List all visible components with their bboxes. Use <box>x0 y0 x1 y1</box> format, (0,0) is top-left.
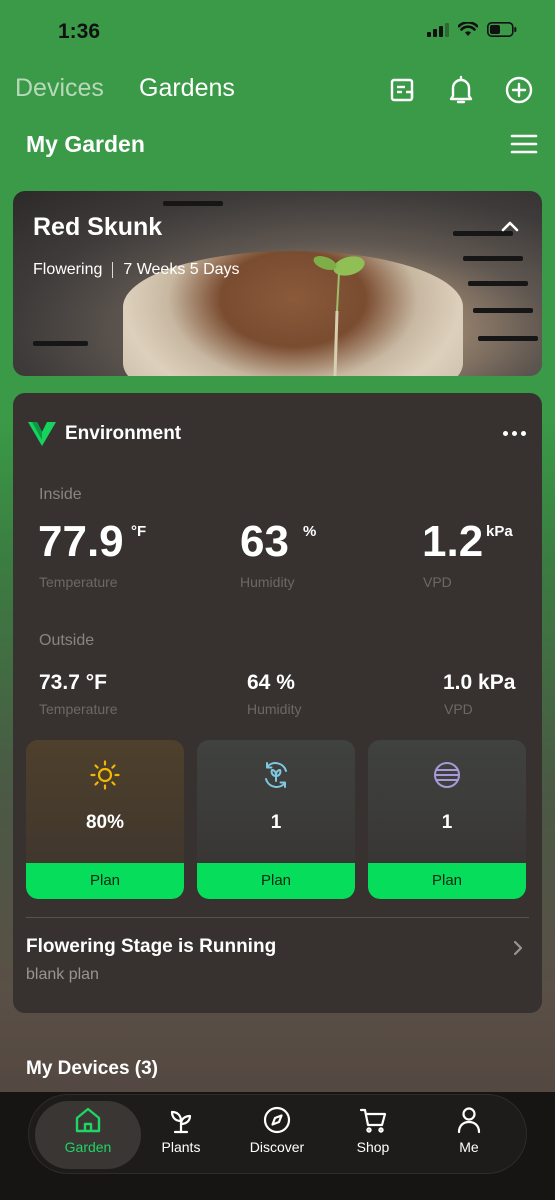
tab-me[interactable]: Me <box>424 1105 514 1155</box>
outside-temperature-label: Temperature <box>39 701 118 717</box>
outside-vpd-label: VPD <box>444 701 473 717</box>
tab-devices[interactable]: Devices <box>15 74 104 103</box>
tent-grill <box>163 201 223 206</box>
status-bar: 1:36 <box>0 0 555 62</box>
cart-icon <box>359 1108 387 1133</box>
home-icon <box>75 1107 101 1133</box>
inside-temperature-label: Temperature <box>39 574 118 590</box>
sun-icon <box>90 760 120 790</box>
stage-title[interactable]: Flowering Stage is Running <box>26 936 276 958</box>
ventilation-tile[interactable]: 1 Plan <box>368 740 526 899</box>
signal-icon <box>427 22 449 37</box>
status-time: 1:36 <box>58 20 101 43</box>
chevron-up-icon[interactable] <box>500 219 520 233</box>
plant-meta: Flowering 7 Weeks 5 Days <box>33 261 240 279</box>
tab-discover-label: Discover <box>249 1139 305 1155</box>
circulation-tile[interactable]: 1 Plan <box>197 740 355 899</box>
tab-bar-pill: Garden Plants Discover Shop Me <box>28 1094 527 1174</box>
inside-temperature-value: 77.9 <box>38 517 124 566</box>
outside-label: Outside <box>39 632 95 649</box>
tab-shop[interactable]: Shop <box>328 1105 418 1155</box>
meta-separator <box>112 262 114 278</box>
chevron-right-icon[interactable] <box>512 939 524 957</box>
environment-card: Environment Inside 77.9 °F Temperature 6… <box>13 393 542 1013</box>
notes-icon[interactable] <box>387 74 419 106</box>
stage-subtitle: blank plan <box>26 966 99 983</box>
status-icons <box>427 22 517 37</box>
add-circle-icon[interactable] <box>503 74 535 106</box>
cycle-leaf-icon <box>265 762 287 788</box>
my-devices-title: My Devices (3) <box>26 1058 159 1079</box>
tab-garden[interactable]: Garden <box>43 1105 133 1155</box>
vivosun-logo-icon <box>28 422 56 446</box>
tab-discover[interactable]: Discover <box>232 1105 322 1155</box>
ventilation-value: 1 <box>441 812 453 833</box>
bell-icon[interactable] <box>445 74 477 106</box>
inside-humidity-unit: % <box>303 523 317 540</box>
fan-lines-icon <box>434 762 460 788</box>
inside-vpd-label: VPD <box>423 574 452 590</box>
environment-title: Environment <box>65 423 182 444</box>
outside-humidity-value: 64 % <box>247 671 295 694</box>
garden-title: My Garden <box>26 131 145 157</box>
divider <box>26 917 529 918</box>
tab-shop-label: Shop <box>356 1139 390 1155</box>
tab-plants[interactable]: Plants <box>136 1105 226 1155</box>
ventilation-plan-button[interactable]: Plan <box>368 863 526 899</box>
outside-vpd-value: 1.0 kPa <box>443 671 516 694</box>
wifi-icon <box>458 22 478 36</box>
tab-me-label: Me <box>459 1139 479 1155</box>
circulation-value: 1 <box>270 812 282 833</box>
nav-icons <box>387 74 535 106</box>
plant-age: 7 Weeks 5 Days <box>123 261 240 278</box>
inside-label: Inside <box>39 486 82 503</box>
outside-temperature-value: 73.7 °F <box>39 671 107 694</box>
top-nav: Devices Gardens <box>0 70 555 112</box>
inside-vpd-value: 1.2 <box>422 517 484 566</box>
inside-temperature-unit: °F <box>131 523 147 540</box>
inside-vpd-unit: kPa <box>486 523 513 540</box>
tent-grill <box>468 281 528 286</box>
inside-humidity-label: Humidity <box>240 574 295 590</box>
bottom-tab-bar: Garden Plants Discover Shop Me <box>0 1092 555 1200</box>
tab-plants-label: Plants <box>161 1139 201 1155</box>
hamburger-menu-icon[interactable] <box>510 132 540 160</box>
more-options-icon[interactable] <box>503 431 526 436</box>
light-plan-button[interactable]: Plan <box>26 863 184 899</box>
tent-grill <box>463 256 523 261</box>
outside-humidity-label: Humidity <box>247 701 302 717</box>
person-icon <box>457 1107 481 1134</box>
plant-stage: Flowering <box>33 261 103 278</box>
plant-card[interactable]: Red Skunk Flowering 7 Weeks 5 Days <box>13 191 542 376</box>
plant-name: Red Skunk <box>33 213 163 241</box>
sprout-icon <box>170 1110 192 1134</box>
compass-icon <box>263 1106 291 1134</box>
tent-grill <box>478 336 538 341</box>
tent-grill <box>33 341 88 346</box>
light-tile[interactable]: 80% Plan <box>26 740 184 899</box>
circulation-plan-button[interactable]: Plan <box>197 863 355 899</box>
seedling-image <box>313 256 365 376</box>
inside-humidity-value: 63 <box>240 517 289 566</box>
battery-icon <box>487 22 517 37</box>
tab-gardens[interactable]: Gardens <box>139 74 235 103</box>
tent-grill <box>473 308 533 313</box>
light-value: 80% <box>85 812 125 833</box>
tab-garden-label: Garden <box>64 1139 112 1155</box>
